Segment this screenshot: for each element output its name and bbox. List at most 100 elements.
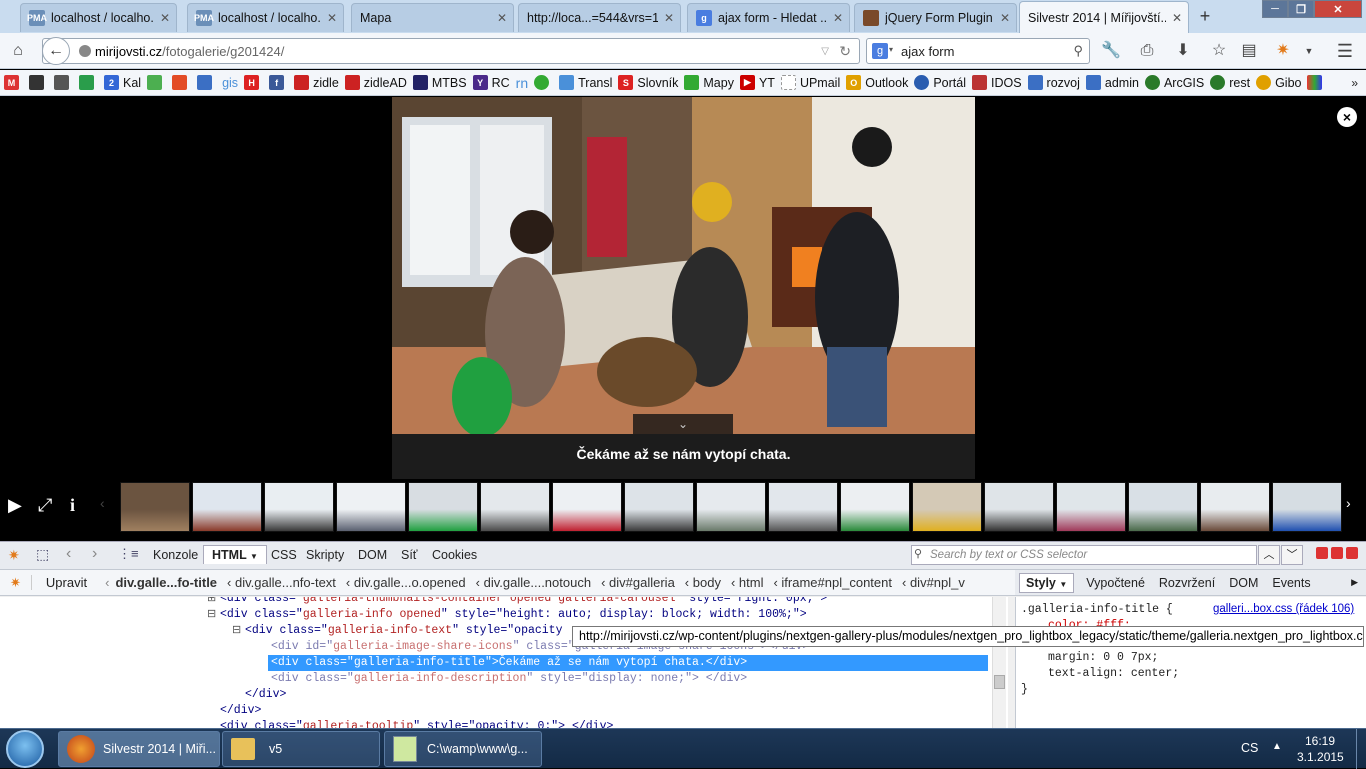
minimize-button[interactable]: ─ [1262, 0, 1288, 18]
html-node[interactable]: <div class="galleria-info-description" s… [271, 671, 747, 687]
detach-panel-icon[interactable] [1331, 547, 1343, 559]
bookmark-transl[interactable]: Transl [559, 75, 612, 90]
thumbnail[interactable] [696, 482, 766, 532]
maximize-button[interactable]: ❐ [1288, 0, 1314, 18]
thumbnail[interactable] [552, 482, 622, 532]
thumbnail[interactable] [336, 482, 406, 532]
console-toggle-icon[interactable]: ⋮≡ [118, 546, 139, 562]
tab-events[interactable]: Events [1272, 576, 1310, 590]
tab-styly[interactable]: Styly ▼ [1019, 572, 1075, 593]
clock-date[interactable]: 3.1.2015 [1297, 750, 1344, 764]
inspect-icon[interactable]: ⬚ [36, 546, 49, 563]
menu-icon[interactable]: ☰ [1334, 40, 1356, 62]
back-arrow-icon[interactable]: ‹ [66, 545, 71, 563]
thumbnail[interactable] [192, 482, 262, 532]
play-icon[interactable]: ▶ [8, 495, 22, 516]
bookmark-leaf[interactable] [147, 75, 166, 90]
bookmark-portal[interactable]: Portál [914, 75, 966, 90]
bookmark-kal[interactable]: 2 Kal [104, 75, 141, 90]
crumb-item[interactable]: div.galle...fo-title [115, 575, 217, 590]
bookmark-yt[interactable]: ▶ YT [739, 75, 775, 90]
bookmark-mapy[interactable]: Mapy [684, 75, 734, 90]
tray-expand-icon[interactable]: ▲ [1272, 741, 1282, 752]
bookmark-mtbs[interactable]: MTBS [412, 75, 467, 90]
close-tab-icon[interactable]: ✕ [160, 11, 170, 25]
search-down-button[interactable]: ﹀ [1281, 545, 1303, 565]
bookmark-idos[interactable]: IDOS [971, 75, 1022, 90]
thumbnails-prev-icon[interactable]: ‹ [100, 495, 105, 511]
bookmark-mask[interactable] [29, 75, 48, 90]
thumbnail[interactable] [120, 482, 190, 532]
tab-side-dom[interactable]: DOM [1229, 576, 1258, 590]
close-tab-icon[interactable]: ✕ [497, 11, 507, 25]
tab-css[interactable]: CSS [271, 548, 297, 562]
minimize-panel-icon[interactable] [1316, 547, 1328, 559]
home-icon[interactable]: ⌂ [7, 40, 29, 62]
forward-arrow-icon[interactable]: › [92, 545, 97, 563]
bookmark-facebook[interactable]: f [269, 75, 288, 90]
bookmark-drive[interactable] [79, 75, 98, 90]
close-icon[interactable]: × [1337, 107, 1357, 127]
pin-icon[interactable]: ✷ [10, 575, 21, 591]
caption-toggle-button[interactable]: ⌄ [633, 414, 733, 434]
tab-mapa[interactable]: Mapa ✕ [351, 3, 514, 32]
search-input[interactable]: ajax form [901, 44, 954, 59]
side-tabs-more-icon[interactable]: ▶ [1351, 577, 1358, 588]
html-node[interactable]: </div> [245, 687, 286, 703]
crumb-item[interactable]: ‹ div#galleria [601, 575, 675, 590]
taskbar-firefox[interactable]: Silvestr 2014 | Miři... [58, 731, 220, 767]
bookmark-arcgis[interactable]: ArcGIS [1144, 75, 1204, 90]
tab-sit[interactable]: Síť [401, 548, 418, 562]
bookmark-circle[interactable] [534, 75, 553, 90]
taskbar-explorer[interactable]: v5 [222, 731, 380, 767]
expand-toggle-icon[interactable]: ⊞ [207, 597, 216, 607]
tab-localhost-2[interactable]: PMA localhost / localho... ✕ [187, 3, 344, 32]
crumb-item[interactable]: ‹ body [685, 575, 721, 590]
html-node[interactable]: <div class="galleria-info-text" style="o… [245, 623, 562, 639]
search-box[interactable]: g ▾ ajax form ⚲ [866, 38, 1090, 64]
crumb-item[interactable]: ‹ div#npl_v [902, 575, 965, 590]
devtools-search-input[interactable]: Search by text or CSS selector [911, 545, 1257, 565]
css-property[interactable]: text-align: center; [1048, 666, 1179, 682]
bookmark-rest[interactable]: rest [1210, 75, 1250, 90]
tab-cookies[interactable]: Cookies [432, 548, 477, 562]
bookmark-html5[interactable] [172, 75, 191, 90]
tab-konzole[interactable]: Konzole [153, 548, 198, 562]
crumb-item[interactable]: ‹ div.galle....notouch [476, 575, 591, 590]
bookmark-color[interactable] [1307, 75, 1326, 90]
language-indicator[interactable]: CS [1241, 741, 1258, 755]
print-icon[interactable]: ⎙ [1136, 40, 1158, 62]
firebug-icon[interactable]: ✷ [8, 547, 20, 564]
close-tab-icon[interactable]: ✕ [1172, 11, 1182, 25]
tab-html[interactable]: HTML ▼ [203, 545, 267, 564]
download-icon[interactable]: ⬇ [1172, 40, 1194, 62]
search-up-button[interactable]: ︿ [1258, 545, 1280, 565]
thumbnail[interactable] [480, 482, 550, 532]
close-panel-icon[interactable] [1346, 547, 1358, 559]
bookmark-zidle[interactable]: zidle [294, 75, 339, 90]
expand-toggle-icon[interactable]: ⊟ [232, 623, 241, 639]
tab-localhost-1[interactable]: PMA localhost / localho... ✕ [20, 3, 177, 32]
tab-localhost-url[interactable]: http://loca...=544&vrs=1 ✕ [518, 3, 681, 32]
thumbnail[interactable] [912, 482, 982, 532]
close-tab-icon[interactable]: ✕ [327, 11, 337, 25]
crumb-left-icon[interactable]: ‹ [105, 575, 109, 590]
css-property[interactable]: margin: 0 0 7px; [1048, 650, 1158, 666]
chevron-down-icon[interactable]: ▾ [889, 45, 893, 54]
fullscreen-icon[interactable]: ⤢ [38, 495, 52, 516]
thumbnail[interactable] [1200, 482, 1270, 532]
bookmark-trains[interactable] [54, 75, 73, 90]
bookmark-rozvoj[interactable]: rozvoj [1027, 75, 1080, 90]
show-desktop-button[interactable] [1356, 729, 1366, 769]
thumbnail[interactable] [1272, 482, 1342, 532]
clock-time[interactable]: 16:19 [1305, 734, 1335, 748]
start-button[interactable] [6, 730, 44, 768]
thumbnail[interactable] [984, 482, 1054, 532]
close-tab-icon[interactable]: ✕ [1000, 11, 1010, 25]
tab-vypoctene[interactable]: Vypočtené [1086, 576, 1145, 590]
html-node[interactable]: <div class="galleria-info opened" style=… [220, 607, 807, 623]
search-icon[interactable]: ⚲ [1073, 43, 1083, 59]
thumbnail[interactable] [768, 482, 838, 532]
bookmark-gibo[interactable]: Gibo [1256, 75, 1301, 90]
close-window-button[interactable]: ✕ [1314, 0, 1362, 18]
